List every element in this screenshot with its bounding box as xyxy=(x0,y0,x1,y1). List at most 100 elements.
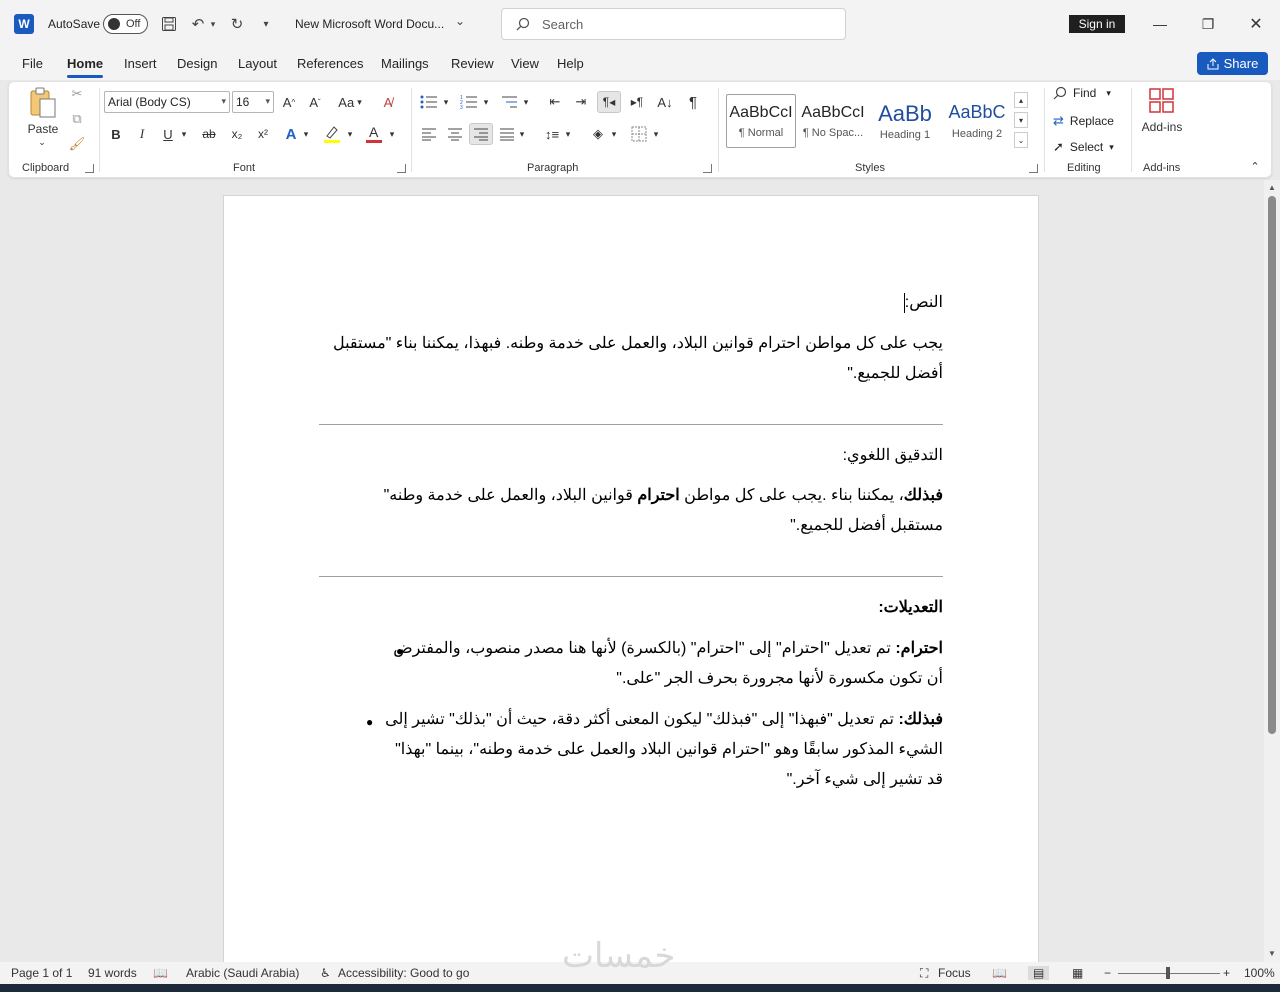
styles-scroll-down-icon[interactable]: ▾ xyxy=(1014,112,1028,128)
print-layout-icon[interactable]: ▤ xyxy=(1028,966,1050,980)
increase-indent-icon[interactable]: ⇥ xyxy=(571,92,591,112)
font-name-combo[interactable]: Arial (Body CS) ▾ xyxy=(104,91,230,113)
add-ins-icon[interactable] xyxy=(1147,86,1177,116)
customize-qat-icon[interactable]: ▾ xyxy=(255,13,277,35)
proofing-book-icon[interactable]: 📖 xyxy=(153,966,168,980)
add-ins-button-label[interactable]: Add-ins xyxy=(1137,120,1187,134)
grow-font-icon[interactable]: A ^ xyxy=(279,93,299,111)
font-color-dropdown-icon[interactable]: ▾ xyxy=(387,125,397,143)
style-normal[interactable]: AaBbCcI ¶ Normal xyxy=(726,94,796,148)
text-effects-icon[interactable]: A xyxy=(281,124,301,144)
undo-dropdown-icon[interactable]: ▾ xyxy=(207,13,219,35)
paste-button-label[interactable]: Paste xyxy=(23,122,63,136)
styles-scroll-up-icon[interactable]: ▴ xyxy=(1014,92,1028,108)
cut-icon[interactable]: ✂ xyxy=(69,86,85,102)
justify-icon[interactable] xyxy=(497,124,517,144)
styles-more-icon[interactable]: ⌄ xyxy=(1014,132,1028,148)
heading-proofreading[interactable]: التدقيق اللغوي: xyxy=(843,441,943,471)
zoom-slider-thumb[interactable] xyxy=(1166,967,1170,979)
align-right-icon[interactable] xyxy=(469,123,493,145)
numbering-dropdown-icon[interactable]: ▾ xyxy=(481,93,491,111)
styles-dialog-launcher[interactable] xyxy=(1029,164,1038,173)
language-indicator[interactable]: Arabic (Saudi Arabia) xyxy=(186,966,299,980)
select-button[interactable]: ➚ Select ▾ xyxy=(1053,139,1114,155)
highlight-color-icon[interactable] xyxy=(321,124,343,144)
underline-button[interactable]: U xyxy=(159,125,177,143)
justify-dropdown-icon[interactable]: ▾ xyxy=(517,125,527,143)
replace-button[interactable]: ⇄ Replace xyxy=(1053,113,1114,129)
subscript-button[interactable]: x₂ xyxy=(227,125,247,143)
superscript-button[interactable]: x² xyxy=(253,125,273,143)
undo-icon[interactable]: ↶ xyxy=(187,13,209,35)
format-painter-icon[interactable]: 🖌 xyxy=(69,136,86,152)
font-size-combo[interactable]: 16 ▾ xyxy=(232,91,274,113)
tab-review[interactable]: Review xyxy=(451,56,494,71)
tab-insert[interactable]: Insert xyxy=(124,56,157,71)
bullets-icon[interactable] xyxy=(419,92,439,112)
focus-mode-button[interactable]: Focus xyxy=(938,966,971,980)
redo-icon[interactable]: ↻ xyxy=(226,13,248,35)
tab-layout[interactable]: Layout xyxy=(238,56,277,71)
line-spacing-icon[interactable]: ↕≡ xyxy=(541,124,563,144)
edit-list-item[interactable]: احترام: تم تعديل "احترام" إلى "احترام" (… xyxy=(383,634,943,694)
tab-file[interactable]: File xyxy=(22,56,43,71)
autosave-toggle[interactable]: Off xyxy=(103,14,148,34)
strikethrough-button[interactable]: ab xyxy=(199,125,219,143)
close-icon[interactable]: ✕ xyxy=(1244,12,1268,36)
numbering-icon[interactable]: 123 xyxy=(459,92,479,112)
zoom-in-icon[interactable]: + xyxy=(1223,966,1230,980)
line-spacing-dropdown-icon[interactable]: ▾ xyxy=(563,125,573,143)
bullets-dropdown-icon[interactable]: ▾ xyxy=(441,93,451,111)
shading-dropdown-icon[interactable]: ▾ xyxy=(609,125,619,143)
align-left-icon[interactable] xyxy=(419,124,439,144)
page-count[interactable]: Page 1 of 1 xyxy=(11,966,72,980)
tab-references[interactable]: References xyxy=(297,56,363,71)
font-color-icon[interactable]: A xyxy=(363,124,385,144)
original-paragraph[interactable]: يجب على كل مواطن احترام قوانين البلاد، و… xyxy=(319,329,943,389)
change-case-button[interactable]: Aa ▾ xyxy=(333,93,367,111)
search-input[interactable]: Search xyxy=(501,8,846,40)
zoom-level[interactable]: 100% xyxy=(1244,966,1275,980)
accessibility-status[interactable]: Accessibility: Good to go xyxy=(338,966,469,980)
copy-icon[interactable]: ⧉ xyxy=(69,111,85,127)
paste-dropdown-icon[interactable]: ⌄ xyxy=(37,137,47,148)
align-center-icon[interactable] xyxy=(445,124,465,144)
shrink-font-icon[interactable]: Aˇ xyxy=(305,93,325,111)
scrollbar-thumb[interactable] xyxy=(1268,196,1276,734)
proofread-paragraph[interactable]: فبذلك، يمكننا بناء .يجب على كل مواطن احت… xyxy=(319,481,943,541)
style-heading-2[interactable]: AaBbC Heading 2 xyxy=(942,94,1012,148)
minimize-icon[interactable]: — xyxy=(1148,12,1172,36)
multilevel-dropdown-icon[interactable]: ▾ xyxy=(521,93,531,111)
chevron-down-icon[interactable]: ⌄ xyxy=(455,14,465,28)
heading-original-text[interactable]: النص: xyxy=(903,288,943,318)
highlight-dropdown-icon[interactable]: ▾ xyxy=(345,125,355,143)
rtl-direction-button[interactable]: ¶◂ xyxy=(597,91,621,113)
heading-edits[interactable]: التعديلات: xyxy=(878,593,943,623)
italic-button[interactable]: I xyxy=(133,125,151,143)
find-button[interactable]: Find ▾ xyxy=(1053,86,1111,100)
bold-button[interactable]: B xyxy=(107,125,125,143)
scroll-down-arrow-icon[interactable]: ▼ xyxy=(1267,948,1277,958)
document-title[interactable]: New Microsoft Word Docu... xyxy=(295,17,444,31)
underline-dropdown-icon[interactable]: ▾ xyxy=(179,125,189,143)
ltr-direction-button[interactable]: ▸¶ xyxy=(627,92,647,112)
style-heading-1[interactable]: AaBb Heading 1 xyxy=(870,94,940,148)
tab-help[interactable]: Help xyxy=(557,56,584,71)
paste-icon[interactable] xyxy=(27,86,59,120)
word-count[interactable]: 91 words xyxy=(88,966,137,980)
save-icon[interactable] xyxy=(158,13,180,35)
web-layout-icon[interactable]: ▦ xyxy=(1072,966,1083,980)
share-button[interactable]: Share xyxy=(1197,52,1268,75)
decrease-indent-icon[interactable]: ⇤ xyxy=(545,92,565,112)
clear-formatting-icon[interactable]: A̸ xyxy=(378,93,398,111)
borders-dropdown-icon[interactable]: ▾ xyxy=(651,125,661,143)
sign-in-button[interactable]: Sign in xyxy=(1069,15,1125,33)
read-mode-icon[interactable]: 📖 xyxy=(992,966,1007,980)
text-effects-dropdown-icon[interactable]: ▾ xyxy=(301,125,311,143)
style-no-spacing[interactable]: AaBbCcI ¶ No Spac... xyxy=(798,94,868,148)
vertical-scrollbar[interactable]: ▲ ▼ xyxy=(1264,180,1280,962)
tab-view[interactable]: View xyxy=(511,56,539,71)
sort-icon[interactable]: A↓ xyxy=(654,92,676,112)
tab-design[interactable]: Design xyxy=(177,56,217,71)
tab-mailings[interactable]: Mailings xyxy=(381,56,429,71)
